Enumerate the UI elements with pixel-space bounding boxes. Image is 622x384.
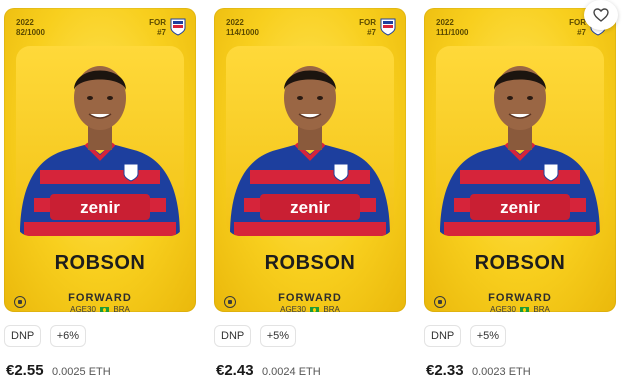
bonus-badge: +5% xyxy=(259,325,297,347)
card-serial: 111/1000 xyxy=(436,28,469,37)
player-position: FORWARD xyxy=(278,292,342,304)
card-edition: 2022 114/1000 xyxy=(226,18,259,38)
age-label: AGE xyxy=(280,305,298,312)
brazil-flag-icon xyxy=(100,306,110,312)
price-row: €2.55 0.0025 ETH xyxy=(6,362,111,380)
card-edition: 2022 111/1000 xyxy=(436,18,468,38)
player-nation: BRA xyxy=(323,305,340,312)
player-nation: BRA xyxy=(533,305,550,312)
jersey-sponsor: zenir xyxy=(290,198,330,217)
price-eth: 0.0023 ETH xyxy=(472,366,531,378)
player-age: 30 xyxy=(87,305,96,312)
player-meta: AGE30 BRA xyxy=(214,305,406,312)
price-eur: €2.33 xyxy=(426,362,464,379)
player-card-listing[interactable]: 2022 82/1000 FOR #7 zenir ROBSON FORWARD… xyxy=(4,0,200,384)
status-badge: DNP xyxy=(214,325,252,347)
jersey-number: #7 xyxy=(577,28,586,37)
player-meta: AGE30 BRA xyxy=(4,305,196,312)
bonus-badge: +6% xyxy=(49,325,87,347)
club-crest-icon xyxy=(380,18,396,36)
heart-icon xyxy=(593,8,609,22)
player-age: 30 xyxy=(507,305,516,312)
card-badges: DNP +5% xyxy=(214,325,300,347)
status-badge: DNP xyxy=(4,325,42,347)
player-photo: zenir xyxy=(16,46,184,236)
age-label: AGE xyxy=(70,305,88,312)
jersey-sponsor: zenir xyxy=(500,198,540,217)
price-row: €2.33 0.0023 ETH xyxy=(426,362,531,380)
player-name: ROBSON xyxy=(54,252,146,274)
card-serial: 82/1000 xyxy=(16,28,45,37)
jersey-number: #7 xyxy=(157,28,166,37)
card-badges: DNP +5% xyxy=(424,325,510,347)
card-season: 2022 xyxy=(226,18,244,27)
card-serial: 114/1000 xyxy=(226,28,259,37)
card-club: FOR #7 xyxy=(149,18,166,38)
club-code: FOR xyxy=(569,18,586,27)
player-card[interactable]: 2022 82/1000 FOR #7 zenir ROBSON FORWARD… xyxy=(4,8,196,312)
card-edition: 2022 82/1000 xyxy=(16,18,45,38)
ball-icon xyxy=(14,296,26,308)
player-age: 30 xyxy=(297,305,306,312)
price-eth: 0.0025 ETH xyxy=(52,366,111,378)
club-crest-icon xyxy=(170,18,186,36)
player-card[interactable]: 2022 114/1000 FOR #7 zenir ROBSON FORWAR… xyxy=(214,8,406,312)
card-season: 2022 xyxy=(436,18,454,27)
price-eur: €2.43 xyxy=(216,362,254,379)
brazil-flag-icon xyxy=(310,306,320,312)
player-name: ROBSON xyxy=(264,252,356,274)
card-season: 2022 xyxy=(16,18,34,27)
player-card[interactable]: 2022 111/1000 FOR #7 zenir ROBSON FORWAR… xyxy=(424,8,616,312)
jersey-sponsor: zenir xyxy=(80,198,120,217)
status-badge: DNP xyxy=(424,325,462,347)
player-position: FORWARD xyxy=(488,292,552,304)
player-photo: zenir xyxy=(436,46,604,236)
price-eth: 0.0024 ETH xyxy=(262,366,321,378)
price-row: €2.43 0.0024 ETH xyxy=(216,362,321,380)
player-meta: AGE30 BRA xyxy=(424,305,616,312)
player-photo: zenir xyxy=(226,46,394,236)
player-nation: BRA xyxy=(113,305,130,312)
brazil-flag-icon xyxy=(520,306,530,312)
card-badges: DNP +6% xyxy=(4,325,90,347)
bonus-badge: +5% xyxy=(469,325,507,347)
card-club: FOR #7 xyxy=(569,18,586,38)
player-position: FORWARD xyxy=(68,292,132,304)
club-code: FOR xyxy=(149,18,166,27)
jersey-number: #7 xyxy=(367,28,376,37)
club-code: FOR xyxy=(359,18,376,27)
card-club: FOR #7 xyxy=(359,18,376,38)
ball-icon xyxy=(434,296,446,308)
player-card-listing[interactable]: 2022 111/1000 FOR #7 zenir ROBSON FORWAR… xyxy=(424,0,620,384)
age-label: AGE xyxy=(490,305,508,312)
price-eur: €2.55 xyxy=(6,362,44,379)
player-name: ROBSON xyxy=(474,252,566,274)
player-card-listing[interactable]: 2022 114/1000 FOR #7 zenir ROBSON FORWAR… xyxy=(214,0,410,384)
favorite-button[interactable] xyxy=(584,0,618,30)
ball-icon xyxy=(224,296,236,308)
